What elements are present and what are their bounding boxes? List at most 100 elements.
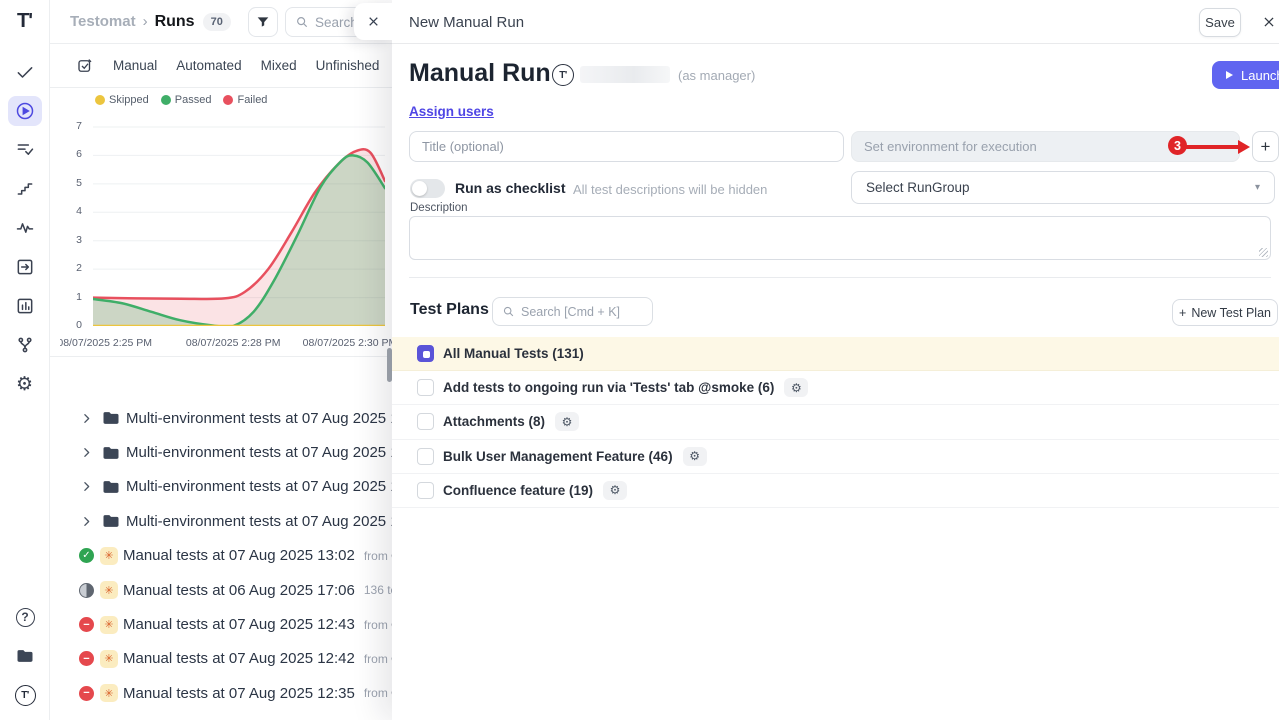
manual-run-icon: ✳ (100, 547, 118, 565)
plan-label: Confluence feature (19) (443, 483, 593, 498)
annotation-step-badge: 3 (1168, 136, 1187, 155)
nav-import[interactable] (8, 252, 42, 282)
app-logo-icon[interactable]: T' (17, 10, 32, 33)
launch-button[interactable]: Launch (1212, 61, 1279, 89)
plan-checkbox[interactable] (417, 413, 434, 430)
run-row[interactable]: ✳Manual tests at 07 Aug 2025 12:43from C… (50, 607, 393, 641)
assign-users-link[interactable]: Assign users (409, 104, 494, 119)
chevron-right-icon[interactable] (80, 446, 93, 459)
tab-mixed[interactable]: Mixed (261, 58, 297, 73)
run-row[interactable]: ✳Manual tests at 06 Aug 2025 17:06136 te… (50, 573, 393, 607)
plan-checkbox[interactable] (417, 345, 434, 362)
description-label: Description (410, 202, 468, 214)
annotation-arrow-head (1238, 140, 1250, 154)
y-tick-label: 7 (52, 120, 88, 132)
run-row[interactable]: ✳Manual tests at 07 Aug 2025 13:02from C… (50, 539, 393, 573)
run-row[interactable]: ✳Manual tests at 07 Aug 2025 12:35from C… (50, 676, 393, 710)
help-button[interactable]: ? (8, 602, 42, 632)
chevron-right-icon[interactable] (80, 480, 93, 493)
filter-button[interactable] (248, 7, 278, 37)
rungroup-select[interactable]: Select RunGroup ▾ (851, 171, 1275, 204)
run-label: Multi-environment tests at 07 Aug 2025 1… (126, 513, 393, 530)
new-manual-run-modal: New Manual Run Save Manual Run T' (as ma… (392, 0, 1279, 720)
textarea-resize-handle[interactable] (1259, 248, 1268, 257)
play-icon (1226, 71, 1233, 79)
run-source: from Custom (364, 652, 393, 666)
chevron-down-icon: ▾ (1255, 182, 1260, 193)
nav-runs[interactable] (8, 96, 42, 126)
new-test-plan-button[interactable]: + New Test Plan (1172, 299, 1278, 326)
modal-close-button[interactable] (1260, 13, 1278, 31)
run-label: Manual tests at 07 Aug 2025 13:02 (123, 547, 355, 564)
manual-run-icon: ✳ (100, 684, 118, 702)
manual-run-icon: ✳ (100, 650, 118, 668)
run-label: Manual tests at 07 Aug 2025 12:43 (123, 616, 355, 633)
workspace-logo[interactable]: T' (8, 680, 42, 710)
y-tick-label: 3 (52, 234, 88, 246)
test-plan-row[interactable]: Attachments (8) ⚙ (392, 405, 1279, 439)
nav-pulse[interactable] (8, 213, 42, 243)
runs-header: Testomat › Runs 70 (50, 0, 393, 44)
nav-branches[interactable] (8, 330, 42, 360)
tab-manual[interactable]: Manual (113, 58, 157, 73)
chevron-right-icon[interactable] (80, 515, 93, 528)
nav-test-plans[interactable] (8, 135, 42, 165)
save-button[interactable]: Save (1199, 8, 1241, 37)
folder-icon (101, 408, 121, 428)
close-icon (1262, 15, 1276, 29)
test-plan-row[interactable]: Add tests to ongoing run via 'Tests' tab… (392, 371, 1279, 405)
nav-settings[interactable]: ⚙ (8, 369, 42, 399)
test-plans-list: All Manual Tests (131) Add tests to ongoi… (392, 337, 1279, 508)
runs-filter-tabs: Manual Automated Mixed Unfinished (50, 44, 393, 88)
plus-icon: + (1179, 306, 1186, 320)
run-title-input[interactable] (409, 131, 844, 162)
search-icon (502, 305, 515, 318)
test-plans-search[interactable] (492, 297, 653, 326)
run-status-failed-icon (79, 651, 94, 666)
test-plans-search-input[interactable] (521, 305, 639, 319)
breadcrumb-app[interactable]: Testomat (70, 13, 136, 30)
run-status-failed-icon (79, 617, 94, 632)
test-plan-row[interactable]: Bulk User Management Feature (46)⚙ (392, 440, 1279, 474)
folder-icon (101, 477, 121, 497)
checklist-hint: All test descriptions will be hidden (573, 182, 767, 197)
plan-settings-button[interactable]: ⚙ (603, 481, 627, 500)
add-environment-button[interactable]: + (1252, 131, 1279, 162)
chevron-right-icon[interactable] (80, 412, 93, 425)
plan-checkbox[interactable] (417, 482, 434, 499)
run-as-checklist-toggle[interactable] (410, 179, 445, 198)
plan-checkbox[interactable] (417, 379, 434, 396)
manual-run-icon: ✳ (100, 581, 118, 599)
test-plan-row[interactable]: Confluence feature (19) ⚙ (392, 474, 1279, 508)
plan-settings-button[interactable]: ⚙ (555, 412, 579, 431)
tab-automated[interactable]: Automated (176, 58, 241, 73)
modal-edge-close-button[interactable] (354, 3, 392, 40)
x-tick-label: 08/07/2025 2:28 PM (186, 337, 281, 349)
description-textarea[interactable] (409, 216, 1271, 260)
y-tick-label: 5 (52, 177, 88, 189)
run-folder-row[interactable]: Multi-environment tests at 07 Aug 2025 1… (50, 435, 393, 469)
run-folder-row[interactable]: Multi-environment tests at 07 Aug 2025 1… (50, 470, 393, 504)
runs-area-chart (93, 122, 385, 326)
nav-analytics[interactable] (8, 291, 42, 321)
plan-label: Attachments (8) (443, 414, 545, 429)
select-runs-icon[interactable] (76, 57, 94, 75)
modal-header: New Manual Run Save (392, 0, 1279, 44)
tab-unfinished[interactable]: Unfinished (316, 58, 380, 73)
run-folder-row[interactable]: Multi-environment tests at 07 Aug 2025 1… (50, 401, 393, 435)
runs-list: Multi-environment tests at 07 Aug 2025 1… (50, 401, 393, 711)
nav-steps[interactable] (8, 174, 42, 204)
run-row[interactable]: ✳Manual tests at 07 Aug 2025 12:42from C… (50, 642, 393, 676)
plan-checkbox[interactable] (417, 448, 434, 465)
plan-settings-button[interactable]: ⚙ (683, 447, 707, 466)
plan-label: Add tests to ongoing run via 'Tests' tab… (443, 380, 774, 395)
nav-tests[interactable] (8, 57, 42, 87)
run-label: Multi-environment tests at 07 Aug 2025 1… (126, 410, 393, 427)
section-divider (409, 277, 1271, 278)
test-plan-row[interactable]: All Manual Tests (131) (392, 337, 1279, 371)
plan-settings-button[interactable]: ⚙ (784, 378, 808, 397)
runs-count-badge: 70 (203, 13, 231, 31)
projects-button[interactable] (8, 641, 42, 671)
breadcrumb-separator: › (143, 13, 148, 30)
run-folder-row[interactable]: Multi-environment tests at 07 Aug 2025 1… (50, 504, 393, 538)
